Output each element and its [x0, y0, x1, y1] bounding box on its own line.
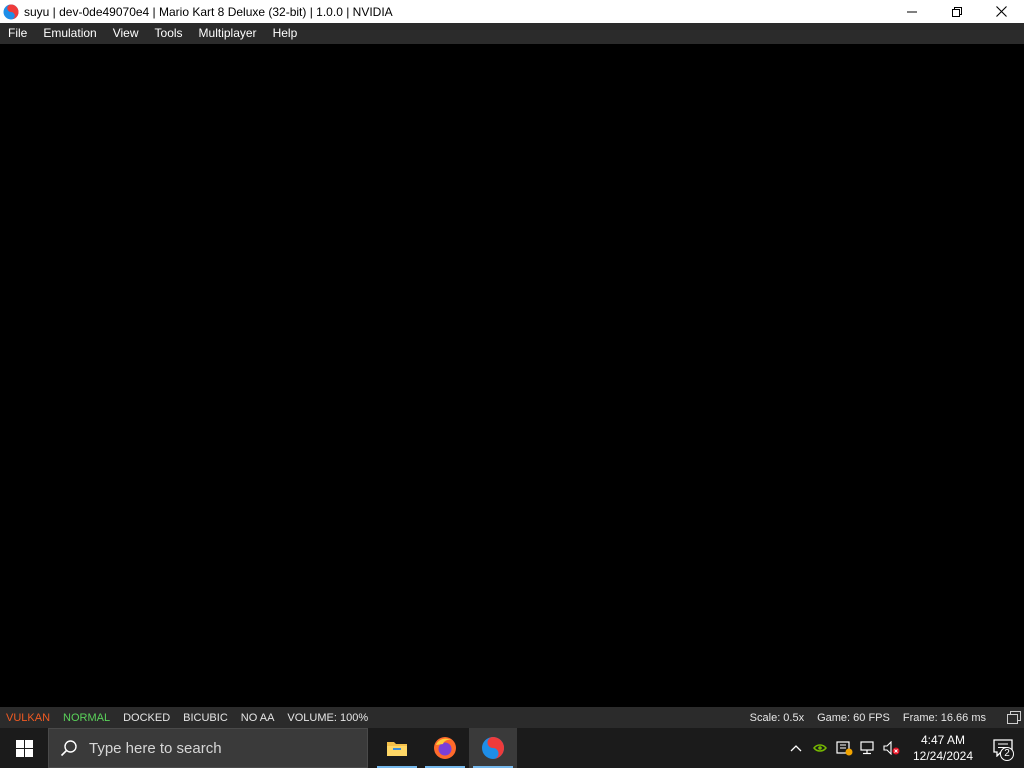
volume-muted-icon[interactable] [880, 728, 904, 768]
menu-help[interactable]: Help [265, 23, 306, 44]
menu-multiplayer[interactable]: Multiplayer [191, 23, 265, 44]
show-hidden-icons-chevron-up-icon[interactable] [784, 728, 808, 768]
suyu-icon [482, 737, 504, 759]
file-explorer-icon [387, 742, 407, 756]
minimize-icon [906, 11, 917, 12]
action-center-button[interactable]: 2 [982, 728, 1024, 768]
menu-view[interactable]: View [105, 23, 147, 44]
taskbar-file-explorer[interactable] [373, 728, 421, 768]
renderer-status-button[interactable]: VULKAN [6, 712, 50, 724]
filter-status-button[interactable]: BICUBIC [183, 712, 228, 724]
restore-icon [951, 6, 962, 17]
volume-status-button[interactable]: VOLUME: 100% [287, 712, 368, 724]
notification-count-badge: 2 [1000, 747, 1014, 761]
windows-logo-icon [15, 739, 33, 757]
restore-button[interactable] [934, 0, 979, 23]
menu-bar: File Emulation View Tools Multiplayer He… [0, 23, 1024, 44]
search-input[interactable] [89, 739, 349, 757]
clock-time: 4:47 AM [920, 733, 966, 747]
window-controls [889, 0, 1024, 23]
menu-file[interactable]: File [0, 23, 35, 44]
taskbar-clock[interactable]: 4:47 AM 12/24/2024 [910, 732, 976, 764]
taskbar-firefox[interactable] [421, 728, 469, 768]
taskbar-search-box[interactable] [48, 728, 368, 768]
menu-tools[interactable]: Tools [147, 23, 191, 44]
frame-time-status: Frame: 16.66 ms [902, 711, 986, 724]
firefox-icon [434, 737, 456, 759]
toggle-status-bar-icon[interactable] [1006, 710, 1022, 725]
search-icon [49, 739, 89, 757]
menu-emulation[interactable]: Emulation [35, 23, 104, 44]
start-button[interactable] [0, 728, 48, 768]
status-bar: VULKAN NORMAL DOCKED BICUBIC NO AA VOLUM… [0, 707, 1024, 728]
gpu-accuracy-status-button[interactable]: NORMAL [63, 712, 110, 724]
scale-status: Scale: 0.5x [749, 711, 805, 724]
window-title: suyu | dev-0de49070e4 | Mario Kart 8 Del… [24, 4, 393, 19]
security-warning-icon[interactable] [832, 728, 856, 768]
game-render-area[interactable] [0, 44, 1024, 707]
network-icon[interactable] [856, 728, 880, 768]
taskbar: 4:47 AM 12/24/2024 2 [0, 728, 1024, 768]
system-tray: 4:47 AM 12/24/2024 2 [784, 728, 1024, 768]
close-button[interactable] [979, 0, 1024, 23]
clock-date: 12/24/2024 [912, 749, 974, 763]
taskbar-suyu[interactable] [469, 728, 517, 768]
dock-mode-status-button[interactable]: DOCKED [123, 712, 170, 724]
aa-status-button[interactable]: NO AA [241, 712, 275, 724]
nvidia-icon[interactable] [808, 728, 832, 768]
minimize-button[interactable] [889, 0, 934, 23]
close-icon [996, 6, 1007, 17]
title-bar: suyu | dev-0de49070e4 | Mario Kart 8 Del… [0, 0, 1024, 23]
suyu-logo-icon[interactable] [3, 4, 19, 20]
game-fps-status: Game: 60 FPS [817, 711, 890, 724]
